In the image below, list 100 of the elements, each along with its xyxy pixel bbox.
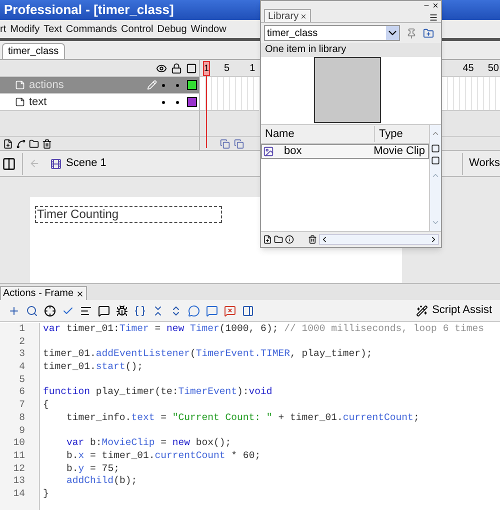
code-line: b.y = 75; [66, 462, 120, 474]
scrollbar[interactable] [429, 125, 441, 231]
layer-name: actions [29, 78, 64, 93]
timeline-toggle-icon[interactable] [2, 156, 16, 170]
column-header[interactable]: Type [375, 126, 429, 142]
line-number: 11 [12, 450, 26, 463]
frame-number: 1 [250, 62, 256, 76]
folder-icon[interactable] [29, 138, 39, 148]
info-icon[interactable] [285, 235, 294, 244]
pin-icon[interactable] [406, 28, 417, 38]
menu-item[interactable]: Window [190, 22, 226, 36]
actions-tab[interactable]: Actions - Frame [0, 286, 87, 300]
search-icon[interactable] [26, 304, 38, 316]
new-library-icon[interactable] [423, 28, 434, 38]
close-icon[interactable] [432, 2, 439, 8]
code-line: function play_timer(te:TimerEvent):void [43, 386, 272, 398]
code-line: var b:MovieClip = new box(); [66, 437, 232, 448]
outline-color-swatch[interactable] [187, 80, 197, 90]
new-layer-icon[interactable] [3, 138, 13, 148]
new-symbol-icon[interactable] [263, 235, 272, 244]
close-icon[interactable] [300, 12, 307, 20]
frame-number: 5 [224, 62, 230, 76]
square-icon [431, 156, 440, 165]
menu-item[interactable]: Control [121, 22, 154, 36]
line-number: 12 [12, 462, 26, 476]
crosshair-icon[interactable] [44, 304, 56, 316]
menu-icon[interactable] [429, 13, 438, 22]
code-line: { [43, 399, 49, 410]
code-line: } [43, 488, 49, 499]
library-dropdown[interactable]: timer_class [264, 25, 400, 41]
menu-item[interactable]: rt [0, 22, 6, 36]
line-number: 7 [18, 399, 26, 412]
code-line: timer_01.addEventListener(TimerEvent.TIMER, play_timer); [43, 348, 372, 360]
chevron-up-icon [431, 171, 440, 180]
script-assist-button[interactable]: Script Assist [416, 302, 492, 319]
line-number: 2 [18, 336, 26, 348]
bug-icon[interactable] [116, 304, 128, 316]
collapse-icon[interactable] [152, 304, 164, 316]
line-number: 4 [18, 361, 26, 374]
line-number: 9 [18, 424, 26, 438]
line-number: 6 [18, 386, 26, 400]
eye-icon [156, 62, 167, 74]
library-item[interactable]: box Movie Clip [261, 144, 429, 159]
scene-icon [50, 158, 62, 170]
layer-icon [15, 97, 25, 107]
layer-row[interactable]: text [0, 94, 199, 111]
guide-icon[interactable] [16, 138, 26, 148]
braces-icon[interactable] [134, 304, 146, 316]
trash-icon[interactable] [308, 235, 317, 244]
menu-item[interactable]: Debug [157, 22, 187, 36]
line-number: 1 [18, 323, 26, 336]
item-count: One item in library [261, 43, 441, 57]
onion-skin-icon[interactable] [220, 138, 230, 148]
code-line: addChild(b); [66, 475, 138, 486]
code-line: timer_info.text = "Current Count: " + timer_01.currentCount; [66, 412, 420, 423]
column-header[interactable]: Name [261, 126, 375, 142]
folder-icon[interactable] [274, 235, 283, 244]
scene-label[interactable]: Scene 1 [66, 155, 106, 172]
uncomment-icon[interactable] [224, 304, 236, 316]
panel-icon[interactable] [242, 304, 254, 316]
pencil-icon [147, 80, 157, 90]
close-icon[interactable] [76, 290, 84, 298]
code-line: var timer_01:Timer = new Timer(1000, 6); // 1000 milliseconds, loop 6 times [43, 323, 484, 334]
chevron-down-icon [386, 26, 399, 40]
expand-icon[interactable] [170, 304, 182, 316]
check-icon[interactable] [62, 304, 74, 316]
speech-bubble-icon[interactable] [98, 304, 110, 316]
window-title: Professional - [timer_class] [4, 1, 174, 20]
horizontal-scrollbar[interactable] [319, 234, 439, 245]
chevron-up-icon [431, 129, 440, 138]
menu-item[interactable]: Text [44, 22, 62, 36]
trash-icon[interactable] [42, 138, 52, 148]
outline-color-swatch[interactable] [187, 97, 197, 107]
line-number: 3 [18, 348, 26, 362]
outline-icon [186, 62, 197, 74]
wand-icon [416, 304, 428, 316]
add-icon[interactable] [8, 304, 20, 316]
frame-number: 45 [462, 62, 474, 76]
code-line: b.x = timer_01.currentCount * 60; [66, 450, 261, 461]
item-name: box [284, 144, 303, 160]
symbol-icon [263, 146, 274, 157]
menu-item[interactable]: Commands [66, 22, 118, 36]
layer-icon [15, 80, 25, 90]
line-number: 10 [12, 437, 26, 450]
menu-item[interactable]: Modify [10, 22, 40, 36]
line-number: 14 [12, 488, 26, 501]
comment-icon[interactable] [188, 304, 200, 316]
item-type: Movie Clip [374, 144, 426, 160]
chevron-left-icon [320, 235, 329, 244]
lines-icon[interactable] [80, 304, 92, 316]
lock-icon [171, 62, 182, 74]
onion-skin-icon[interactable] [234, 138, 244, 148]
line-number: 13 [12, 475, 26, 488]
chevron-down-icon [431, 218, 440, 227]
line-number: 5 [18, 374, 26, 386]
workspace-menu[interactable]: Works [469, 155, 500, 172]
document-tab[interactable]: timer_class [2, 43, 65, 59]
line-number: 8 [18, 412, 26, 424]
library-tab[interactable]: Library [264, 9, 311, 22]
playhead[interactable]: 1 [203, 60, 210, 76]
